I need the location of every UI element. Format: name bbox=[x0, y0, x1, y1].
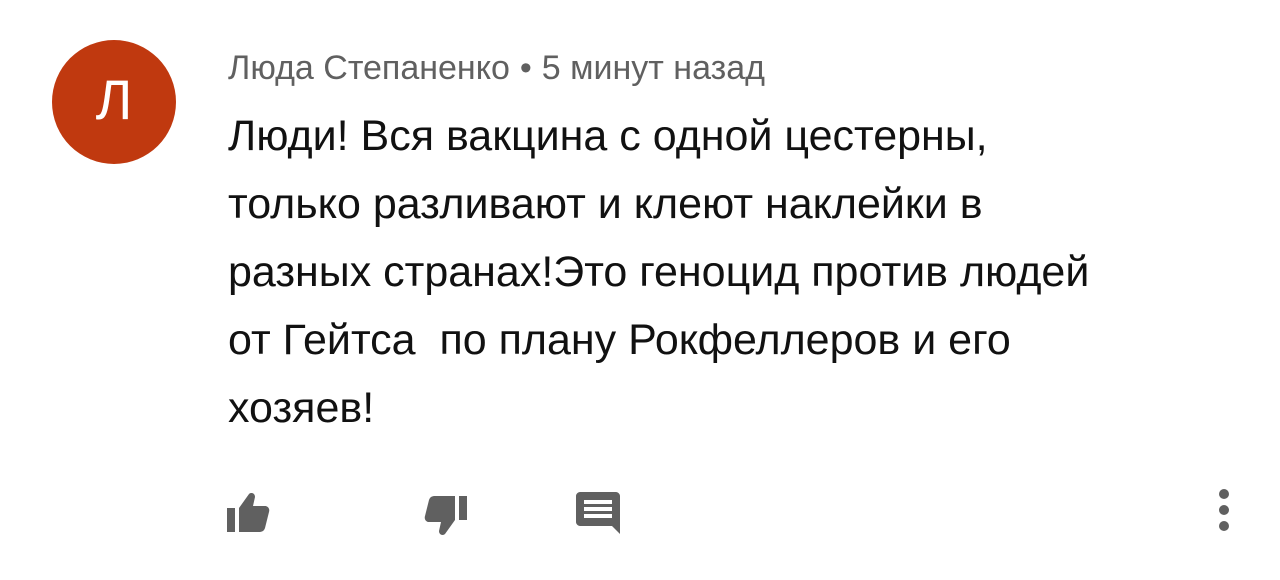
meta-separator: • bbox=[519, 49, 532, 87]
comment-meta: Люда Степаненко • 5 минут назад bbox=[228, 44, 765, 92]
reply-button[interactable] bbox=[570, 484, 626, 540]
comment-time: 5 минут назад bbox=[541, 49, 765, 87]
avatar-letter: Л bbox=[95, 68, 133, 131]
thumb-down-icon bbox=[424, 496, 467, 535]
comment-card: Л Люда Степаненко • 5 минут назад Люди! Вс… bbox=[0, 0, 1280, 580]
comment-reply-icon bbox=[576, 492, 620, 534]
comment-actions bbox=[0, 470, 1280, 550]
author-name[interactable]: Люда Степаненко bbox=[228, 49, 510, 87]
avatar[interactable]: Л bbox=[52, 40, 176, 164]
comment-text: Люди! Вся вакцина с одной цестерны, толь… bbox=[228, 112, 1090, 432]
dislike-button[interactable] bbox=[418, 488, 474, 544]
thumb-up-icon bbox=[227, 493, 270, 532]
more-vertical-icon bbox=[1219, 489, 1229, 531]
like-button[interactable] bbox=[220, 484, 276, 540]
more-options-button[interactable] bbox=[1196, 482, 1252, 538]
